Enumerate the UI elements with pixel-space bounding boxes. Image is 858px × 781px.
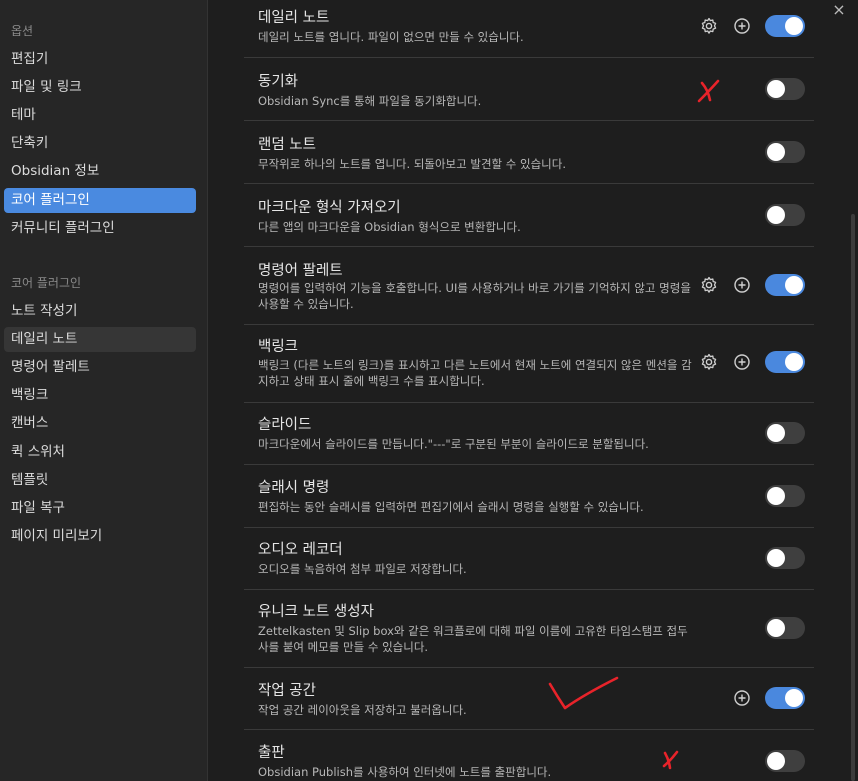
plugin-row-unique-note-creator: 유니크 노트 생성자 Zettelkasten 및 Slip box와 같은 워… — [244, 590, 814, 668]
toggle-knob — [767, 619, 785, 637]
plugin-row-workspaces: 작업 공간 작업 공간 레이아웃을 저장하고 불러옵니다. — [244, 668, 814, 730]
plus-circle-icon[interactable] — [732, 275, 752, 295]
plugin-description: 백링크 (다른 노트의 링크)를 표시하고 다른 노트에서 현재 노트에 연결되… — [258, 358, 692, 388]
sidebar-item-daily-notes[interactable]: 데일리 노트 — [4, 327, 196, 352]
plugin-row-publish: 출판 Obsidian Publish를 사용하여 인터넷에 노트를 출판합니다… — [244, 730, 814, 781]
plugin-description: 데일리 노트를 엽니다. 파일이 없으면 만들 수 있습니다. — [258, 30, 524, 44]
sidebar-header-options: 옵션 — [11, 24, 34, 38]
plugin-row-slash-commands: 슬래시 명령 편집하는 동안 슬래시를 입력하면 편집기에서 슬래시 명령을 실… — [244, 465, 814, 528]
gear-icon[interactable] — [699, 275, 719, 295]
toggle-knob — [767, 752, 785, 770]
plus-circle-icon[interactable] — [732, 688, 752, 708]
gear-icon[interactable] — [699, 352, 719, 372]
plugin-title: 오디오 레코더 — [258, 542, 343, 558]
toggle-knob — [767, 424, 785, 442]
plugin-toggle[interactable] — [765, 204, 805, 226]
plugin-toggle[interactable] — [765, 687, 805, 709]
plugin-toggle[interactable] — [765, 78, 805, 100]
plugin-title: 작업 공간 — [258, 683, 316, 699]
plugin-description: 마크다운에서 슬라이드를 만듭니다."---"로 구분된 부분이 슬라이드로 분… — [258, 437, 649, 451]
plugin-description: Zettelkasten 및 Slip box와 같은 워크플로에 대해 파일 … — [258, 624, 688, 654]
sidebar-item-theme[interactable]: 테마 — [4, 103, 196, 128]
plugin-row-command-palette: 명령어 팔레트 명령어를 입력하여 기능을 호출합니다. UI를 사용하거나 바… — [244, 247, 814, 325]
sidebar-item-page-preview[interactable]: 페이지 미리보기 — [4, 524, 196, 549]
plugin-title: 동기화 — [258, 74, 299, 90]
sidebar-item-canvas[interactable]: 캔버스 — [4, 411, 196, 436]
plugin-title: 데일리 노트 — [258, 10, 330, 26]
sidebar-item-templates[interactable]: 템플릿 — [4, 468, 196, 493]
sidebar-item-file-recovery[interactable]: 파일 복구 — [4, 496, 196, 521]
sidebar-item-command-palette[interactable]: 명령어 팔레트 — [4, 355, 196, 380]
sidebar-item-note-composer[interactable]: 노트 작성기 — [4, 299, 196, 324]
plugin-row-random-note: 랜덤 노트 무작위로 하나의 노트를 엽니다. 되돌아보고 발견할 수 있습니다… — [244, 121, 814, 184]
plugin-description: 편집하는 동안 슬래시를 입력하면 편집기에서 슬래시 명령을 실행할 수 있습… — [258, 500, 644, 514]
sidebar-item-editor[interactable]: 편집기 — [4, 47, 196, 72]
plugin-row-slides: 슬라이드 마크다운에서 슬라이드를 만듭니다."---"로 구분된 부분이 슬라… — [244, 403, 814, 465]
settings-sidebar: 옵션 편집기 파일 및 링크 테마 단축키 Obsidian 정보 코어 플러그… — [0, 0, 208, 781]
plugin-toggle[interactable] — [765, 141, 805, 163]
toggle-knob — [785, 276, 803, 294]
plugin-title: 슬래시 명령 — [258, 480, 330, 496]
plugin-description: 명령어를 입력하여 기능을 호출합니다. UI를 사용하거나 바로 가기를 기억… — [258, 281, 691, 311]
plugin-title: 백링크 — [258, 339, 299, 355]
plugin-title: 명령어 팔레트 — [258, 263, 343, 279]
plugin-row-daily-notes: 데일리 노트 데일리 노트를 엽니다. 파일이 없으면 만들 수 있습니다. — [244, 0, 814, 58]
plugin-description: 다른 앱의 마크다운을 Obsidian 형식으로 변환합니다. — [258, 220, 521, 234]
plus-circle-icon[interactable] — [732, 352, 752, 372]
plugin-description: Obsidian Sync를 통해 파일을 동기화합니다. — [258, 94, 482, 108]
toggle-knob — [785, 689, 803, 707]
plugin-row-audio-recorder: 오디오 레코더 오디오를 녹음하여 첨부 파일로 저장합니다. — [244, 528, 814, 590]
plugin-toggle[interactable] — [765, 617, 805, 639]
toggle-knob — [767, 487, 785, 505]
plugin-toggle[interactable] — [765, 547, 805, 569]
plugin-title: 마크다운 형식 가져오기 — [258, 200, 401, 216]
plugin-toggle[interactable] — [765, 422, 805, 444]
plugin-row-sync: 동기화 Obsidian Sync를 통해 파일을 동기화합니다. — [244, 58, 814, 121]
toggle-knob — [785, 353, 803, 371]
toggle-knob — [785, 17, 803, 35]
plugin-row-format-converter: 마크다운 형식 가져오기 다른 앱의 마크다운을 Obsidian 형식으로 변… — [244, 184, 814, 247]
plugin-toggle[interactable] — [765, 750, 805, 772]
sidebar-item-hotkeys[interactable]: 단축키 — [4, 131, 196, 156]
plugin-title: 랜덤 노트 — [258, 137, 316, 153]
sidebar-item-community-plugins[interactable]: 커뮤니티 플러그인 — [4, 216, 196, 241]
sidebar-item-core-plugins[interactable]: 코어 플러그인 — [4, 188, 196, 213]
plugin-row-backlinks: 백링크 백링크 (다른 노트의 링크)를 표시하고 다른 노트에서 현재 노트에… — [244, 325, 814, 403]
plugin-title: 슬라이드 — [258, 417, 312, 433]
plugin-description: Obsidian Publish를 사용하여 인터넷에 노트를 출판합니다. — [258, 765, 552, 779]
sidebar-item-about[interactable]: Obsidian 정보 — [4, 159, 196, 184]
toggle-knob — [767, 80, 785, 98]
plugin-toggle[interactable] — [765, 274, 805, 296]
plugin-toggle[interactable] — [765, 351, 805, 373]
toggle-knob — [767, 549, 785, 567]
sidebar-item-quick-switcher[interactable]: 퀵 스위처 — [4, 440, 196, 465]
toggle-knob — [767, 206, 785, 224]
sidebar-item-files-links[interactable]: 파일 및 링크 — [4, 75, 196, 100]
sidebar-item-backlinks[interactable]: 백링크 — [4, 383, 196, 408]
plugin-title: 출판 — [258, 745, 285, 761]
plus-circle-icon[interactable] — [732, 16, 752, 36]
plugin-toggle[interactable] — [765, 15, 805, 37]
plugin-description: 무작위로 하나의 노트를 엽니다. 되돌아보고 발견할 수 있습니다. — [258, 157, 566, 171]
plugin-title: 유니크 노트 생성자 — [258, 604, 374, 620]
scrollbar-thumb[interactable] — [851, 214, 855, 781]
gear-icon[interactable] — [699, 16, 719, 36]
plugin-description: 오디오를 녹음하여 첨부 파일로 저장합니다. — [258, 562, 467, 576]
plugin-toggle[interactable] — [765, 485, 805, 507]
sidebar-header-core-plugins: 코어 플러그인 — [11, 276, 82, 290]
toggle-knob — [767, 143, 785, 161]
plugin-description: 작업 공간 레이아웃을 저장하고 불러옵니다. — [258, 703, 467, 717]
core-plugins-list: 데일리 노트 데일리 노트를 엽니다. 파일이 없으면 만들 수 있습니다. 동… — [209, 0, 849, 781]
